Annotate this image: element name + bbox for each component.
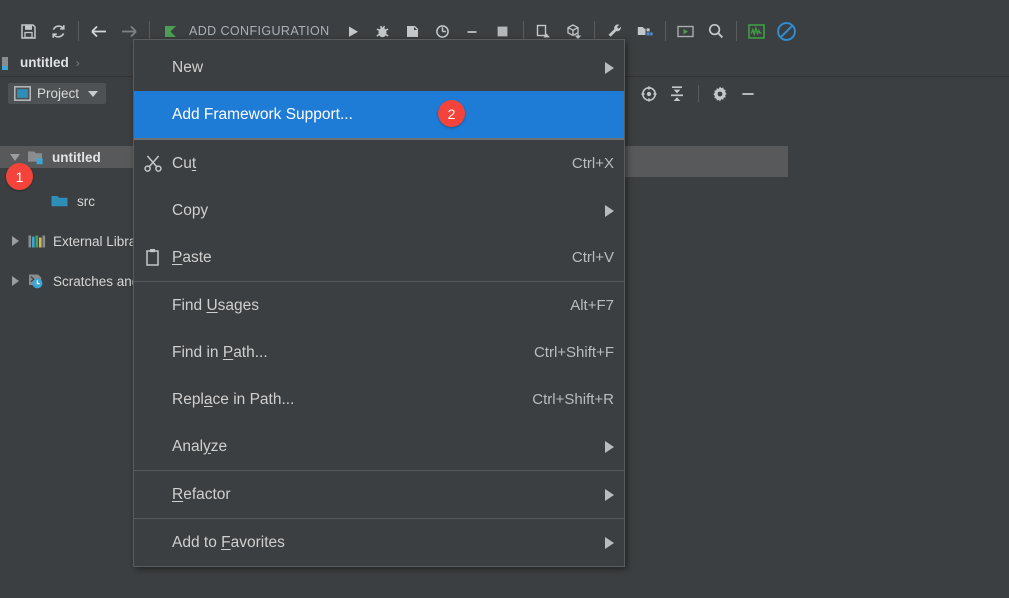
sync-refresh-icon[interactable] bbox=[43, 16, 73, 46]
menu-item-find-usages[interactable]: Find Usages Alt+F7 bbox=[134, 282, 624, 329]
window-top-strip bbox=[0, 0, 1009, 13]
menu-icon-placeholder bbox=[144, 484, 172, 506]
menu-item-label: Add Framework Support... bbox=[172, 105, 353, 123]
menu-icon-placeholder bbox=[144, 342, 172, 364]
submenu-arrow-icon bbox=[605, 440, 614, 453]
scissors-icon bbox=[144, 153, 172, 175]
tab-project-label: Project bbox=[37, 86, 80, 101]
chevron-right-icon: › bbox=[75, 55, 80, 70]
menu-icon-placeholder bbox=[144, 532, 172, 554]
menu-item-paste[interactable]: Paste Ctrl+V bbox=[134, 234, 624, 281]
menu-item-cut[interactable]: Cut Ctrl+X bbox=[134, 140, 624, 187]
run-anything-icon[interactable] bbox=[671, 16, 701, 46]
menu-item-label: Find in Path... bbox=[172, 343, 268, 361]
menu-item-label: Replace in Path... bbox=[172, 390, 295, 408]
tree-node-label: src bbox=[77, 193, 95, 209]
disabled-circle-icon[interactable] bbox=[772, 16, 802, 46]
toolbar-separator bbox=[664, 21, 666, 41]
clipboard-icon bbox=[144, 247, 172, 269]
step-badge-1: 1 bbox=[6, 163, 33, 190]
menu-item-copy[interactable]: Copy bbox=[134, 187, 624, 234]
save-all-icon[interactable] bbox=[13, 16, 43, 46]
add-configuration-label[interactable]: ADD CONFIGURATION bbox=[185, 24, 338, 38]
menu-item-shortcut: Ctrl+Shift+F bbox=[533, 344, 614, 361]
action-separator bbox=[698, 85, 699, 102]
step-badge-2: 2 bbox=[438, 100, 465, 127]
tool-window-actions bbox=[622, 77, 792, 110]
project-window-icon bbox=[14, 86, 31, 101]
menu-item-refactor[interactable]: Refactor bbox=[134, 471, 624, 518]
context-menu: New Add Framework Support... Cut Ctrl+X … bbox=[133, 39, 625, 567]
menu-item-label: Copy bbox=[172, 201, 209, 219]
toolbar-separator bbox=[593, 21, 595, 41]
search-everywhere-icon[interactable] bbox=[701, 16, 731, 46]
back-arrow-icon[interactable] bbox=[84, 16, 114, 46]
tab-project[interactable]: Project bbox=[8, 83, 107, 104]
menu-item-new[interactable]: New bbox=[134, 44, 624, 91]
menu-icon-placeholder bbox=[144, 104, 172, 126]
menu-item-label: Find Usages bbox=[172, 296, 260, 314]
submenu-arrow-icon bbox=[605, 488, 614, 501]
menu-item-shortcut: Ctrl+X bbox=[571, 155, 614, 172]
collapse-arrow-icon[interactable] bbox=[12, 236, 19, 246]
menu-item-label: Cut bbox=[172, 154, 197, 172]
tree-node-label: untitled bbox=[52, 149, 101, 165]
menu-icon-placeholder bbox=[144, 57, 172, 79]
expand-arrow-icon[interactable] bbox=[10, 153, 20, 161]
module-folder-icon bbox=[28, 150, 46, 165]
menu-item-shortcut: Ctrl+Shift+R bbox=[532, 391, 614, 408]
menu-item-add-to-favorites[interactable]: Add to Favorites bbox=[134, 519, 624, 566]
submenu-arrow-icon bbox=[605, 61, 614, 74]
toolbar-separator bbox=[149, 21, 150, 41]
gear-icon[interactable] bbox=[707, 81, 733, 107]
breadcrumb-project-name[interactable]: untitled bbox=[20, 55, 69, 70]
menu-item-shortcut: Ctrl+V bbox=[571, 249, 614, 266]
menu-icon-placeholder bbox=[144, 200, 172, 222]
menu-item-label: Analyze bbox=[172, 437, 228, 455]
submenu-arrow-icon bbox=[605, 204, 614, 217]
toolbar-separator bbox=[735, 21, 737, 41]
menu-item-label: Refactor bbox=[172, 485, 231, 503]
menu-icon-placeholder bbox=[144, 436, 172, 458]
submenu-arrow-icon bbox=[605, 536, 614, 549]
minimize-icon[interactable] bbox=[735, 81, 761, 107]
project-structure-icon[interactable] bbox=[630, 16, 660, 46]
toolbar-separator bbox=[522, 21, 524, 41]
collapse-all-icon[interactable] bbox=[664, 81, 690, 107]
tree-selection-highlight bbox=[625, 146, 788, 177]
idea-main-window: ADD CONFIGURATION untitled › Project unt… bbox=[0, 0, 1009, 598]
toolbar-separator bbox=[78, 21, 79, 41]
collapse-arrow-icon[interactable] bbox=[12, 276, 19, 286]
menu-icon-placeholder bbox=[144, 389, 172, 411]
menu-item-label: New bbox=[172, 58, 204, 76]
source-folder-icon bbox=[51, 194, 69, 209]
libraries-icon bbox=[28, 234, 47, 249]
menu-icon-placeholder bbox=[144, 295, 172, 317]
chevron-down-icon[interactable] bbox=[88, 90, 99, 97]
menu-item-add-framework-support[interactable]: Add Framework Support... bbox=[134, 91, 624, 138]
menu-item-analyze[interactable]: Analyze bbox=[134, 423, 624, 470]
menu-item-shortcut: Alt+F7 bbox=[570, 297, 614, 314]
menu-item-replace-in-path[interactable]: Replace in Path... Ctrl+Shift+R bbox=[134, 376, 624, 423]
editor-area bbox=[788, 110, 1009, 598]
scratches-icon bbox=[28, 273, 47, 289]
locate-target-icon[interactable] bbox=[636, 81, 662, 107]
menu-item-label: Paste bbox=[172, 248, 212, 266]
menu-item-label: Add to Favorites bbox=[172, 533, 285, 551]
activity-monitor-icon[interactable] bbox=[742, 16, 772, 46]
menu-item-find-in-path[interactable]: Find in Path... Ctrl+Shift+F bbox=[134, 329, 624, 376]
module-icon bbox=[2, 55, 15, 70]
